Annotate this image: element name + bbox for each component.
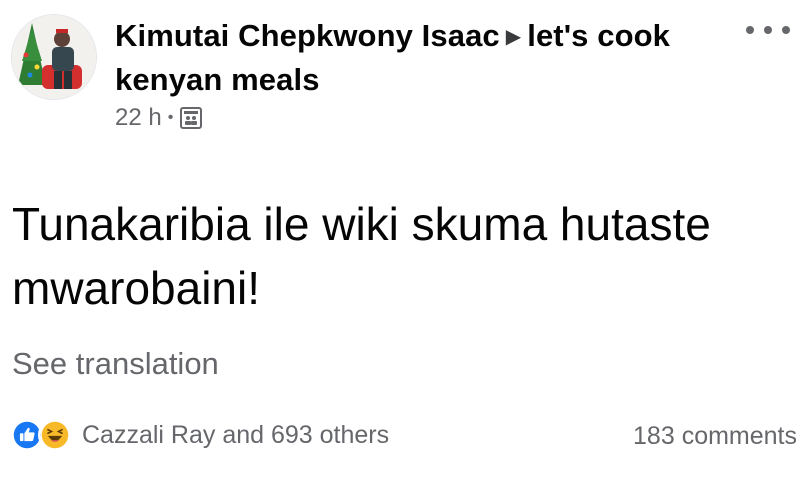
- post-header: Kimutai Chepkwony Isaac ▶ let's cook kenya…: [115, 16, 735, 100]
- see-translation-link[interactable]: See translation: [12, 346, 219, 382]
- facebook-post: Kimutai Chepkwony Isaac ▶ let's cook kenya…: [0, 0, 800, 484]
- reactions-count-text: Cazzali Ray and 693 others: [82, 420, 390, 449]
- more-dot: [764, 26, 772, 34]
- post-timestamp[interactable]: 22 h: [115, 104, 162, 132]
- post-body-text: Tunakaribia ile wiki skuma hutaste mwaro…: [12, 198, 711, 314]
- more-options-icon[interactable]: [746, 16, 790, 44]
- separator-dot: •: [167, 109, 174, 126]
- more-dot: [746, 26, 754, 34]
- group-audience-icon: [179, 106, 203, 130]
- avatar-image: [12, 15, 96, 99]
- haha-reaction-icon: [38, 418, 72, 452]
- reactions-summary[interactable]: Cazzali Ray and 693 others: [10, 418, 389, 452]
- arrow-icon: ▶: [505, 26, 522, 48]
- reaction-icons: [10, 418, 72, 452]
- post-meta: 22 h •: [115, 104, 203, 132]
- more-dot: [782, 26, 790, 34]
- comments-count-link[interactable]: 183 comments: [633, 422, 797, 451]
- author-name-link[interactable]: Kimutai Chepkwony Isaac: [115, 18, 500, 53]
- author-avatar[interactable]: [11, 14, 97, 100]
